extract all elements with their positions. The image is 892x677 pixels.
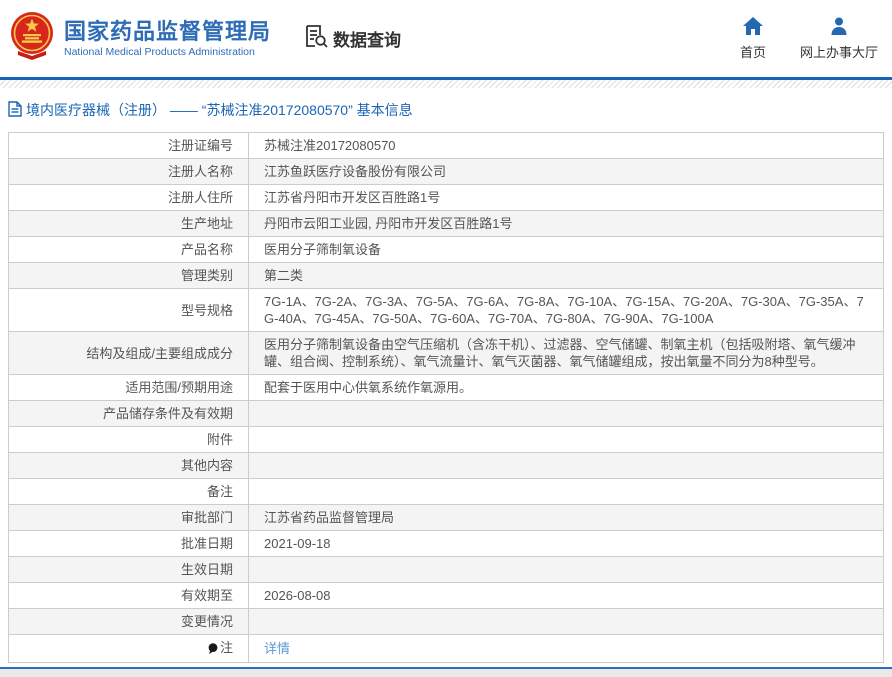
table-row: 产品名称 医用分子筛制氧设备 xyxy=(8,236,884,263)
agency-name: 国家药品监督管理局 National Medical Products Admi… xyxy=(64,19,271,59)
table-row: 注册人名称 江苏鱼跃医疗设备股份有限公司 xyxy=(8,158,884,185)
row-label: 产品名称 xyxy=(8,236,249,263)
row-value: 江苏鱼跃医疗设备股份有限公司 xyxy=(248,158,884,185)
row-label: 注册人名称 xyxy=(8,158,249,185)
person-icon xyxy=(830,17,848,42)
agency-name-zh: 国家药品监督管理局 xyxy=(64,18,272,44)
document-search-icon xyxy=(303,23,333,54)
national-emblem-icon xyxy=(8,10,56,67)
note-balloon-icon xyxy=(208,641,218,658)
row-value: 江苏省药品监督管理局 xyxy=(248,504,884,531)
row-label: 产品储存条件及有效期 xyxy=(8,400,249,427)
row-value: 江苏省丹阳市开发区百胜路1号 xyxy=(248,184,884,211)
row-value: 医用分子筛制氧设备 xyxy=(248,236,884,263)
table-row: 结构及组成/主要组成成分 医用分子筛制氧设备由空气压缩机（含冻干机）、过滤器、空气… xyxy=(8,331,884,375)
row-value: 第二类 xyxy=(248,262,884,289)
row-value: 2021-09-18 xyxy=(248,530,884,557)
row-label: 批准日期 xyxy=(8,530,249,557)
row-value xyxy=(248,478,884,505)
row-label: 其他内容 xyxy=(8,452,249,479)
row-value: 苏械注准20172080570 xyxy=(248,132,884,159)
table-row: 变更情况 xyxy=(8,608,884,635)
stripe-band xyxy=(0,80,892,88)
row-value: 医用分子筛制氧设备由空气压缩机（含冻干机）、过滤器、空气储罐、制氧主机（包括吸附… xyxy=(248,331,884,375)
nav-online-hall-label: 网上办事大厅 xyxy=(799,44,878,60)
nav-home[interactable]: 首页 xyxy=(739,16,766,61)
nav-home-label: 首页 xyxy=(739,44,766,60)
header-nav: 首页 网上办事大厅 xyxy=(739,16,878,61)
row-value xyxy=(248,452,884,479)
row-label: 有效期至 xyxy=(8,582,249,609)
row-label: 生效日期 xyxy=(8,556,249,583)
row-value xyxy=(248,400,884,427)
row-value: 丹阳市云阳工业园, 丹阳市开发区百胜路1号 xyxy=(248,210,884,237)
row-label: 结构及组成/主要组成成分 xyxy=(8,331,249,375)
table-row: 备注 xyxy=(8,478,884,505)
data-query-label: 数据查询 xyxy=(333,31,402,50)
table-row: 生效日期 xyxy=(8,556,884,583)
row-label: 注册证编号 xyxy=(8,132,249,159)
table-row: 有效期至 2026-08-08 xyxy=(8,582,884,609)
nav-online-hall[interactable]: 网上办事大厅 xyxy=(800,17,878,61)
row-value xyxy=(248,426,884,453)
row-value xyxy=(248,556,884,583)
breadcrumb-text: 境内医疗器械（注册） —— “苏械注准20172080570” 基本信息 xyxy=(26,102,413,118)
row-label: 注册人住所 xyxy=(8,184,249,211)
agency-name-en: National Medical Products Administration xyxy=(64,45,255,58)
table-row: 审批部门 江苏省药品监督管理局 xyxy=(8,504,884,531)
row-label: 备注 xyxy=(8,478,249,505)
detail-link[interactable]: 详情 xyxy=(264,641,290,656)
home-icon xyxy=(742,16,763,42)
data-query-title[interactable]: 数据查询 xyxy=(303,23,401,54)
footer-band xyxy=(0,667,892,677)
row-label: 审批部门 xyxy=(8,504,249,531)
document-icon xyxy=(8,100,26,120)
table-row: 产品储存条件及有效期 xyxy=(8,400,884,427)
row-label: 管理类别 xyxy=(8,262,249,289)
breadcrumb: 境内医疗器械（注册） —— “苏械注准20172080570” 基本信息 xyxy=(0,88,892,129)
table-row: 注册人住所 江苏省丹阳市开发区百胜路1号 xyxy=(8,184,884,211)
row-label: 注 xyxy=(8,634,249,663)
table-row: 批准日期 2021-09-18 xyxy=(8,530,884,557)
row-value: 7G-1A、7G-2A、7G-3A、7G-5A、7G-6A、7G-8A、7G-1… xyxy=(248,288,884,332)
row-value xyxy=(248,608,884,635)
table-row: 注册证编号 苏械注准20172080570 xyxy=(8,132,884,159)
row-label: 变更情况 xyxy=(8,608,249,635)
table-row: 适用范围/预期用途 配套于医用中心供氧系统作氧源用。 xyxy=(8,374,884,401)
table-row: 其他内容 xyxy=(8,452,884,479)
site-header: 国家药品监督管理局 National Medical Products Admi… xyxy=(0,0,892,77)
row-value: 详情 xyxy=(248,634,884,663)
table-row: 管理类别 第二类 xyxy=(8,262,884,289)
table-row: 附件 xyxy=(8,426,884,453)
row-value: 2026-08-08 xyxy=(248,582,884,609)
row-label: 附件 xyxy=(8,426,249,453)
table-row: 型号规格 7G-1A、7G-2A、7G-3A、7G-5A、7G-6A、7G-8A、… xyxy=(8,288,884,332)
row-value: 配套于医用中心供氧系统作氧源用。 xyxy=(248,374,884,401)
table-row: 生产地址 丹阳市云阳工业园, 丹阳市开发区百胜路1号 xyxy=(8,210,884,237)
agency-logo-link[interactable]: 国家药品监督管理局 National Medical Products Admi… xyxy=(8,10,271,67)
registration-info-table: 注册证编号 苏械注准20172080570 注册人名称 江苏鱼跃医疗设备股份有限公司注… xyxy=(8,132,884,663)
row-label: 生产地址 xyxy=(8,210,249,237)
row-label: 型号规格 xyxy=(8,288,249,332)
row-label: 适用范围/预期用途 xyxy=(8,374,249,401)
table-row: 注详情 xyxy=(8,634,884,663)
